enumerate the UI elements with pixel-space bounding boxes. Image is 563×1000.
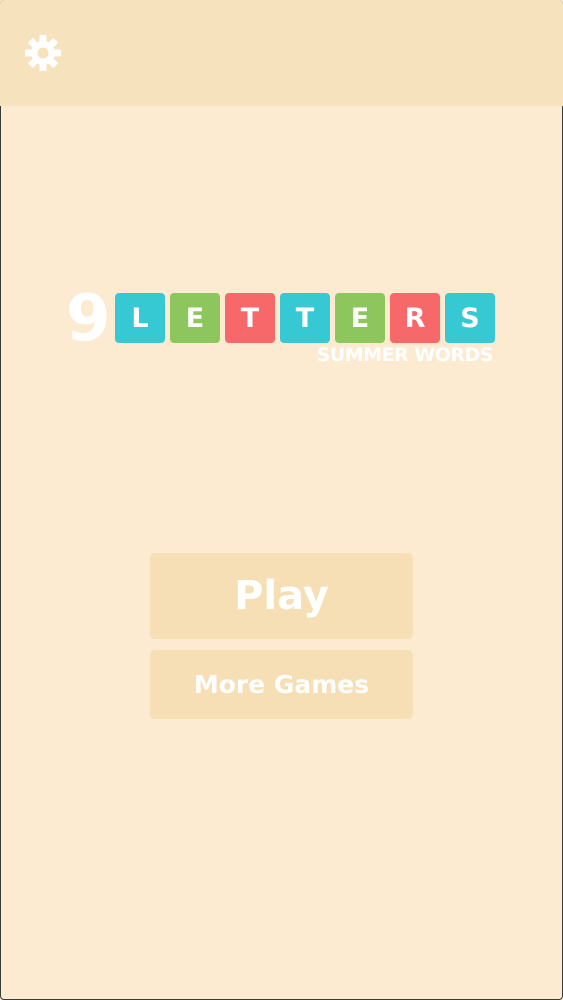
logo-number: 9 xyxy=(66,282,111,356)
game-screen: 9 L E T T E R S SUMMER WORDS Play More G… xyxy=(0,0,563,1000)
letter-tile: E xyxy=(170,293,220,343)
logo-subtitle: SUMMER WORDS xyxy=(316,344,494,366)
letter-tile: T xyxy=(225,293,275,343)
more-games-button[interactable]: More Games xyxy=(150,650,413,719)
letter-tile: T xyxy=(280,293,330,343)
letter-tile: S xyxy=(445,293,495,343)
letter-tile: R xyxy=(390,293,440,343)
top-bar xyxy=(0,0,563,106)
letter-tile: E xyxy=(335,293,385,343)
play-button[interactable]: Play xyxy=(150,553,413,639)
game-logo: 9 L E T T E R S SUMMER WORDS xyxy=(66,287,496,377)
letter-tile: L xyxy=(115,293,165,343)
gear-icon xyxy=(25,35,61,71)
settings-button[interactable] xyxy=(20,30,66,76)
logo-letter-tiles: L E T T E R S xyxy=(115,293,495,343)
